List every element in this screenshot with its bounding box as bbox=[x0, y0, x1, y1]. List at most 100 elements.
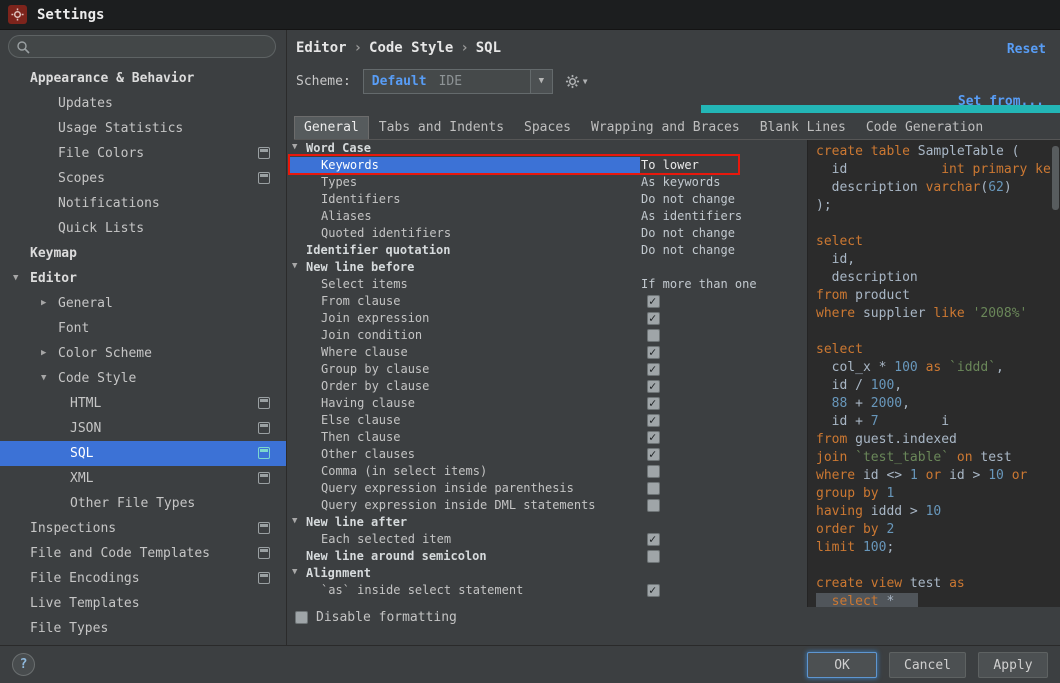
sidebar-item-label: HTML bbox=[70, 396, 102, 411]
scheme-row: Scheme: Default IDE ▼ ▼ bbox=[296, 68, 588, 94]
tab-wrapping-and-braces[interactable]: Wrapping and Braces bbox=[581, 116, 750, 139]
ok-button[interactable]: OK bbox=[807, 652, 878, 678]
checkbox-where-clause[interactable] bbox=[647, 345, 660, 359]
checkbox-from-clause[interactable] bbox=[647, 294, 660, 308]
tab-code-generation[interactable]: Code Generation bbox=[856, 116, 993, 139]
sidebar-item-color-scheme[interactable]: ▶ Color Scheme bbox=[0, 341, 286, 366]
checkbox-join-condition[interactable] bbox=[647, 329, 660, 342]
highlighted-code-segment: select * bbox=[816, 593, 919, 607]
checkbox-group-by-clause[interactable] bbox=[647, 362, 660, 376]
tab-blank-lines[interactable]: Blank Lines bbox=[750, 116, 856, 139]
sidebar-item-keymap[interactable]: Keymap bbox=[0, 241, 286, 266]
checkbox-order-by-clause[interactable] bbox=[647, 379, 660, 393]
apply-button[interactable]: Apply bbox=[978, 652, 1048, 678]
tree-row-query-expression-inside-parenthesis[interactable]: Query expression inside parenthesis bbox=[288, 480, 807, 497]
checkbox-as-inside-select-statement[interactable] bbox=[647, 583, 660, 597]
tree-row-query-expression-inside-dml-statements[interactable]: Query expression inside DML statements bbox=[288, 497, 807, 514]
tree-row-where-clause[interactable]: Where clause bbox=[288, 344, 807, 361]
checkbox-other-clauses[interactable] bbox=[647, 447, 660, 461]
tab-spaces[interactable]: Spaces bbox=[514, 116, 581, 139]
code-line: description varchar(62) bbox=[816, 180, 1012, 195]
tree-row-having-clause[interactable]: Having clause bbox=[288, 395, 807, 412]
tree-row-value[interactable]: As keywords bbox=[641, 175, 720, 189]
sidebar-item-xml[interactable]: XML bbox=[0, 466, 286, 491]
sidebar-item-file-types[interactable]: File Types bbox=[0, 616, 286, 641]
sidebar-item-html[interactable]: HTML bbox=[0, 391, 286, 416]
tree-row-value[interactable]: To lower bbox=[641, 158, 699, 172]
tree-row-from-clause[interactable]: From clause bbox=[288, 293, 807, 310]
cancel-button[interactable]: Cancel bbox=[889, 652, 966, 678]
sidebar-item-scopes[interactable]: Scopes bbox=[0, 166, 286, 191]
help-button[interactable]: ? bbox=[12, 653, 35, 676]
tree-row-value[interactable]: Do not change bbox=[641, 243, 735, 257]
tree-row-join-expression[interactable]: Join expression bbox=[288, 310, 807, 327]
tree-group-alignment[interactable]: ▼ Alignment bbox=[288, 565, 807, 582]
tree-row-group-by-clause[interactable]: Group by clause bbox=[288, 361, 807, 378]
scheme-dropdown-arrow-icon[interactable]: ▼ bbox=[529, 69, 552, 93]
sidebar-item-updates[interactable]: Updates bbox=[0, 91, 286, 116]
tree-row-value[interactable]: Do not change bbox=[641, 226, 735, 240]
tree-row-value[interactable]: If more than one bbox=[641, 277, 757, 291]
tree-row-comma-in-select-items[interactable]: Comma (in select items) bbox=[288, 463, 807, 480]
sidebar-item-label: Font bbox=[58, 321, 90, 336]
tree-row-value[interactable]: As identifiers bbox=[641, 209, 742, 223]
sidebar-item-quick-lists[interactable]: Quick Lists bbox=[0, 216, 286, 241]
tree-row-else-clause[interactable]: Else clause bbox=[288, 412, 807, 429]
tree-row-each-selected-item[interactable]: Each selected item bbox=[288, 531, 807, 548]
sidebar-item-general[interactable]: ▶ General bbox=[0, 291, 286, 316]
tree-row-types[interactable]: Types As keywords bbox=[288, 174, 807, 191]
sidebar-item-file-encodings[interactable]: File Encodings bbox=[0, 566, 286, 591]
sidebar-item-usage-statistics[interactable]: Usage Statistics bbox=[0, 116, 286, 141]
sidebar-item-notifications[interactable]: Notifications bbox=[0, 191, 286, 216]
tree-row-join-condition[interactable]: Join condition bbox=[288, 327, 807, 344]
search-input[interactable] bbox=[8, 35, 276, 58]
sidebar-item-sql[interactable]: SQL bbox=[0, 441, 286, 466]
chevron-down-icon: ▼ bbox=[292, 567, 298, 577]
preview-scrollbar[interactable] bbox=[1052, 146, 1059, 210]
sidebar-item-appearance-behavior[interactable]: Appearance & Behavior bbox=[0, 66, 286, 91]
sidebar-item-code-style[interactable]: ▼ Code Style bbox=[0, 366, 286, 391]
scheme-settings-button[interactable]: ▼ bbox=[565, 74, 588, 89]
sidebar-item-editor[interactable]: ▼ Editor bbox=[0, 266, 286, 291]
checkbox-join-expression[interactable] bbox=[647, 311, 660, 325]
checkbox-query-expression-inside-parenthesis[interactable] bbox=[647, 482, 660, 495]
sidebar-item-font[interactable]: Font bbox=[0, 316, 286, 341]
tree-row-aliases[interactable]: Aliases As identifiers bbox=[288, 208, 807, 225]
checkbox-then-clause[interactable] bbox=[647, 430, 660, 444]
tree-row-keywords[interactable]: Keywords To lower bbox=[288, 154, 807, 175]
tree-row-identifier-quotation[interactable]: Identifier quotation Do not change bbox=[288, 242, 807, 259]
sidebar-item-file-colors[interactable]: File Colors bbox=[0, 141, 286, 166]
tree-row-quoted-identifiers[interactable]: Quoted identifiers Do not change bbox=[288, 225, 807, 242]
tree-row-identifiers[interactable]: Identifiers Do not change bbox=[288, 191, 807, 208]
checkbox-each-selected-item[interactable] bbox=[647, 532, 660, 546]
tree-row-label: Group by clause bbox=[321, 362, 430, 376]
tree-row-new-line-around-semicolon[interactable]: New line around semicolon bbox=[288, 548, 807, 565]
sidebar-item-file-and-code-templates[interactable]: File and Code Templates bbox=[0, 541, 286, 566]
tab-general[interactable]: General bbox=[294, 116, 369, 139]
disable-formatting-checkbox[interactable] bbox=[295, 611, 308, 624]
titlebar[interactable]: Settings bbox=[0, 0, 1060, 30]
tree-row-other-clauses[interactable]: Other clauses bbox=[288, 446, 807, 463]
sidebar-item-live-templates[interactable]: Live Templates bbox=[0, 591, 286, 616]
tree-row-value[interactable]: Do not change bbox=[641, 192, 735, 206]
reset-link[interactable]: Reset bbox=[1007, 42, 1046, 57]
tree-group-new-line-before[interactable]: ▼ New line before bbox=[288, 259, 807, 276]
checkbox-having-clause[interactable] bbox=[647, 396, 660, 410]
gear-caret-icon: ▼ bbox=[582, 76, 588, 86]
tree-row-then-clause[interactable]: Then clause bbox=[288, 429, 807, 446]
tab-tabs-and-indents[interactable]: Tabs and Indents bbox=[369, 116, 514, 139]
sidebar-item-json[interactable]: JSON bbox=[0, 416, 286, 441]
checkbox-query-expression-inside-dml-statements[interactable] bbox=[647, 499, 660, 512]
checkbox-else-clause[interactable] bbox=[647, 413, 660, 427]
checkbox-new-line-around-semicolon[interactable] bbox=[647, 550, 660, 563]
tree-group-word-case[interactable]: ▼ Word Case bbox=[288, 140, 807, 157]
preview-editor[interactable]: create table SampleTable ( id int primar… bbox=[807, 140, 1060, 607]
tree-group-new-line-after[interactable]: ▼ New line after bbox=[288, 514, 807, 531]
tree-row-order-by-clause[interactable]: Order by clause bbox=[288, 378, 807, 395]
sidebar-item-other-file-types[interactable]: Other File Types bbox=[0, 491, 286, 516]
sidebar-item-inspections[interactable]: Inspections bbox=[0, 516, 286, 541]
tree-row-select-items[interactable]: Select items If more than one bbox=[288, 276, 807, 293]
scheme-dropdown[interactable]: Default IDE ▼ bbox=[362, 68, 553, 94]
tree-row-as-inside-select-statement[interactable]: `as` inside select statement bbox=[288, 582, 807, 599]
checkbox-comma-in-select-items[interactable] bbox=[647, 465, 660, 478]
